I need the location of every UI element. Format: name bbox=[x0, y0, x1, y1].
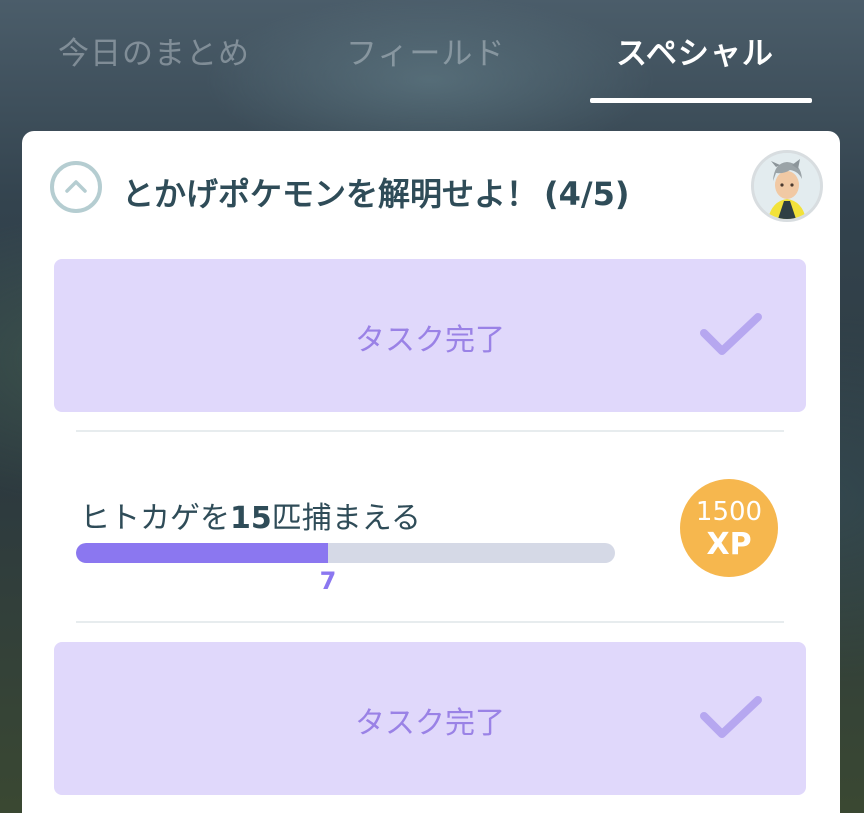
task-progress-count: 7 bbox=[319, 567, 337, 595]
task-completed-label: タスク完了 bbox=[355, 706, 505, 741]
checkmark-icon bbox=[700, 313, 762, 355]
active-tab-indicator bbox=[590, 98, 812, 103]
task-completed-panel: タスク完了 bbox=[54, 259, 806, 412]
task-completed-label: タスク完了 bbox=[355, 323, 505, 358]
divider bbox=[76, 430, 784, 432]
tab-field[interactable]: フィールド bbox=[346, 28, 505, 73]
checkmark-icon bbox=[700, 696, 762, 738]
task-target-count: 15 bbox=[230, 501, 272, 536]
tab-bar: 今日のまとめ フィールド スペシャル bbox=[0, 0, 864, 110]
quest-title: とかげポケモンを解明せよ！ (4/5) bbox=[122, 169, 629, 215]
special-research-card: とかげポケモンを解明せよ！ (4/5) タスク完了 ヒトカゲを15匹捕まえる 7 … bbox=[22, 131, 840, 813]
task-completed-panel: タスク完了 bbox=[54, 642, 806, 795]
quest-header: とかげポケモンを解明せよ！ (4/5) bbox=[22, 131, 840, 251]
xp-reward-amount: 1500 bbox=[695, 497, 763, 527]
quest-step-progress: (4/5) bbox=[544, 175, 630, 213]
task-text-before: ヒトカゲを bbox=[80, 501, 230, 536]
collapse-button[interactable] bbox=[50, 161, 102, 213]
tab-special[interactable]: スペシャル bbox=[616, 28, 774, 73]
task-text-after: 匹捕まえる bbox=[271, 501, 421, 536]
chevron-up-icon bbox=[65, 180, 87, 193]
quest-title-text: とかげポケモンを解明せよ！ bbox=[122, 175, 539, 213]
task-description: ヒトカゲを15匹捕まえる bbox=[80, 493, 421, 537]
xp-reward-unit: XP bbox=[706, 527, 752, 562]
task-progress-fill bbox=[76, 543, 328, 563]
task-progress-bar bbox=[76, 543, 615, 563]
tab-today-summary[interactable]: 今日のまとめ bbox=[58, 28, 250, 73]
professor-avatar-icon[interactable] bbox=[751, 150, 823, 222]
divider bbox=[76, 621, 784, 623]
xp-reward-badge: 1500 XP bbox=[680, 479, 778, 577]
